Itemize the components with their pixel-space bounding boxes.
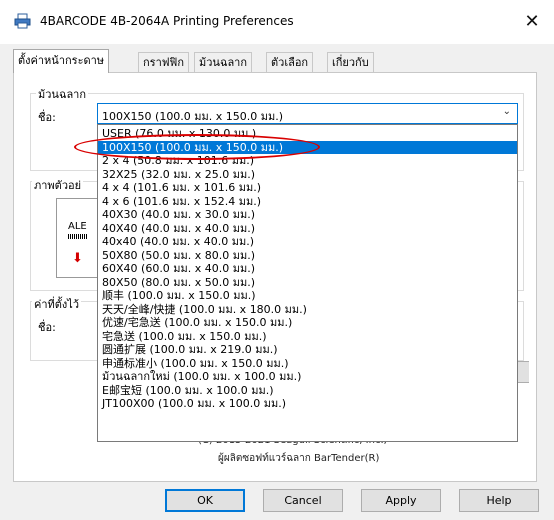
stock-name-label: ชื่อ: (38, 111, 56, 124)
tab-page-setup[interactable]: ตั้งค่าหน้ากระดาษ (13, 49, 110, 73)
dropdown-option[interactable]: 32X25 (32.0 มม. x 25.0 มม.) (98, 168, 517, 182)
tab-graphics[interactable]: กราฟฟิก (138, 52, 189, 72)
dropdown-option[interactable]: 顺丰 (100.0 มม. x 150.0 มม.) (98, 289, 517, 303)
stock-size-select[interactable]: 100X150 (100.0 มม. x 150.0 มม.) ⌄ (97, 103, 518, 124)
dropdown-option[interactable]: JT100X00 (100.0 มม. x 100.0 มม.) (98, 397, 517, 411)
stock-group-label: ม้วนฉลาก (36, 85, 89, 103)
ok-button[interactable]: OK (165, 489, 245, 512)
producer-text: ผู้ผลิตซอฟท์แวร์ฉลาก BarTender(R) (218, 453, 380, 464)
dropdown-option[interactable]: 60X40 (60.0 มม. x 40.0 มม.) (98, 262, 517, 276)
dropdown-option[interactable]: 40x40 (40.0 มม. x 40.0 มม.) (98, 235, 517, 249)
dropdown-option[interactable]: 50X80 (50.0 มม. x 80.0 มม.) (98, 249, 517, 263)
dropdown-option[interactable]: 40X30 (40.0 มม. x 30.0 มม.) (98, 208, 517, 222)
chevron-down-icon[interactable]: ⌄ (503, 106, 511, 117)
dropdown-option[interactable]: E邮宝短 (100.0 มม. x 100.0 มม.) (98, 384, 517, 398)
dropdown-option[interactable]: 优速/宅急送 (100.0 มม. x 150.0 มม.) (98, 316, 517, 330)
barcode-icon (68, 234, 88, 239)
printer-icon (14, 13, 31, 29)
arrow-down-icon: ⬇ (72, 251, 83, 266)
dropdown-option[interactable]: 4 x 4 (101.6 มม. x 101.6 มม.) (98, 181, 517, 195)
tab-stock[interactable]: ม้วนฉลาก (194, 52, 253, 72)
dropdown-option[interactable]: 宅急送 (100.0 มม. x 150.0 มม.) (98, 330, 517, 344)
stock-size-select-value: 100X150 (100.0 มม. x 150.0 มม.) (102, 110, 284, 123)
help-button[interactable]: Help (459, 489, 539, 512)
cancel-button[interactable]: Cancel (263, 489, 343, 512)
preview-group-label: ภาพตัวอย่ (32, 176, 84, 194)
label-preview: ALE ⬇ (56, 198, 103, 278)
close-button[interactable]: ✕ (518, 8, 546, 36)
title-bar: 4BARCODE 4B-2064A Printing Preferences ✕ (0, 0, 554, 44)
apply-button[interactable]: Apply (361, 489, 441, 512)
settings-group-label: ค่าที่ตั้งไว้ (32, 295, 82, 313)
tab-about[interactable]: เกี่ยวกับ (327, 52, 374, 72)
dropdown-option[interactable]: 40X40 (40.0 มม. x 40.0 มม.) (98, 222, 517, 236)
tab-options[interactable]: ตัวเลือก (266, 52, 314, 72)
settings-name-label: ชื่อ: (38, 321, 56, 334)
preview-sample-text: ALE (68, 221, 87, 232)
window-title: 4BARCODE 4B-2064A Printing Preferences (40, 14, 294, 28)
stock-size-dropdown-list: USER (76.0 มม. x 130.0 มม.) 100X150 (100.… (97, 124, 518, 442)
dropdown-option[interactable]: 圆通扩展 (100.0 มม. x 219.0 มม.) (98, 343, 517, 357)
dropdown-option[interactable]: ม้วนฉลากใหม่ (100.0 มม. x 100.0 มม.) (98, 370, 517, 384)
dropdown-option[interactable]: 申通标准小 (100.0 มม. x 150.0 มม.) (98, 357, 517, 371)
dropdown-option[interactable]: 4 x 6 (101.6 มม. x 152.4 มม.) (98, 195, 517, 209)
dropdown-option[interactable]: 80X50 (80.0 มม. x 50.0 มม.) (98, 276, 517, 290)
highlight-annotation-ellipse (74, 134, 320, 160)
dropdown-option[interactable]: 天天/全峰/快捷 (100.0 มม. x 180.0 มม.) (98, 303, 517, 317)
